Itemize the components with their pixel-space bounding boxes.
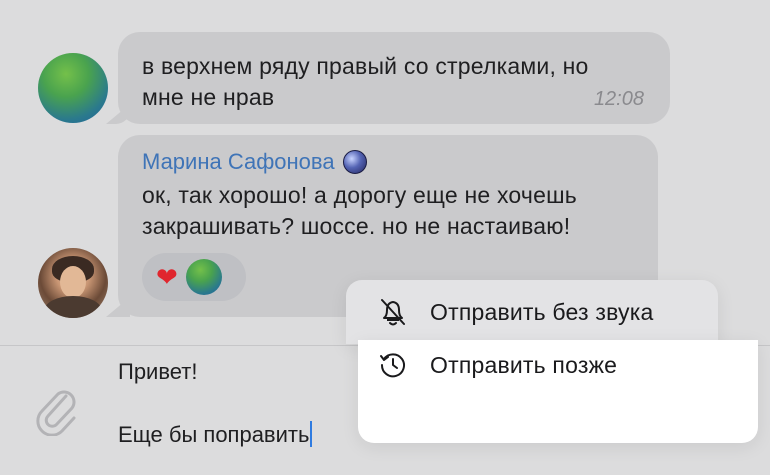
draft-text-line[interactable]: Привет! [118,359,197,385]
message-text: ок, так хорошо! а дорогу еще не хочешь з… [142,182,577,239]
menu-item-label: Отправить позже [430,351,618,378]
sender-badge-icon [342,150,367,174]
reactions[interactable]: ❤ [142,253,246,301]
avatar[interactable] [38,248,108,318]
message-time: 12:08 [593,88,644,110]
menu-item-label: Отправить без звука [430,298,654,325]
message-input[interactable]: Еще бы поправить [118,421,313,448]
bell-off-icon [381,299,405,326]
paperclip-icon[interactable] [36,386,80,437]
clock-icon [380,353,405,378]
send-silently-item[interactable]: Отправить без звука [378,296,654,328]
heart-icon[interactable]: ❤ [156,264,178,290]
message-bubble[interactable]: в верхнем ряду правый со стрелками, но м… [106,32,670,124]
sender-name[interactable]: Марина Сафонова [142,149,367,175]
schedule-send-item[interactable]: Отправить позже [378,350,617,380]
text-cursor [310,421,313,447]
reaction-avatar [185,259,222,295]
message-text: в верхнем ряду правый со стрелками, но м… [142,53,589,110]
avatar[interactable] [38,53,108,123]
bubble-tail [106,104,130,124]
bubble-tail [106,297,130,317]
